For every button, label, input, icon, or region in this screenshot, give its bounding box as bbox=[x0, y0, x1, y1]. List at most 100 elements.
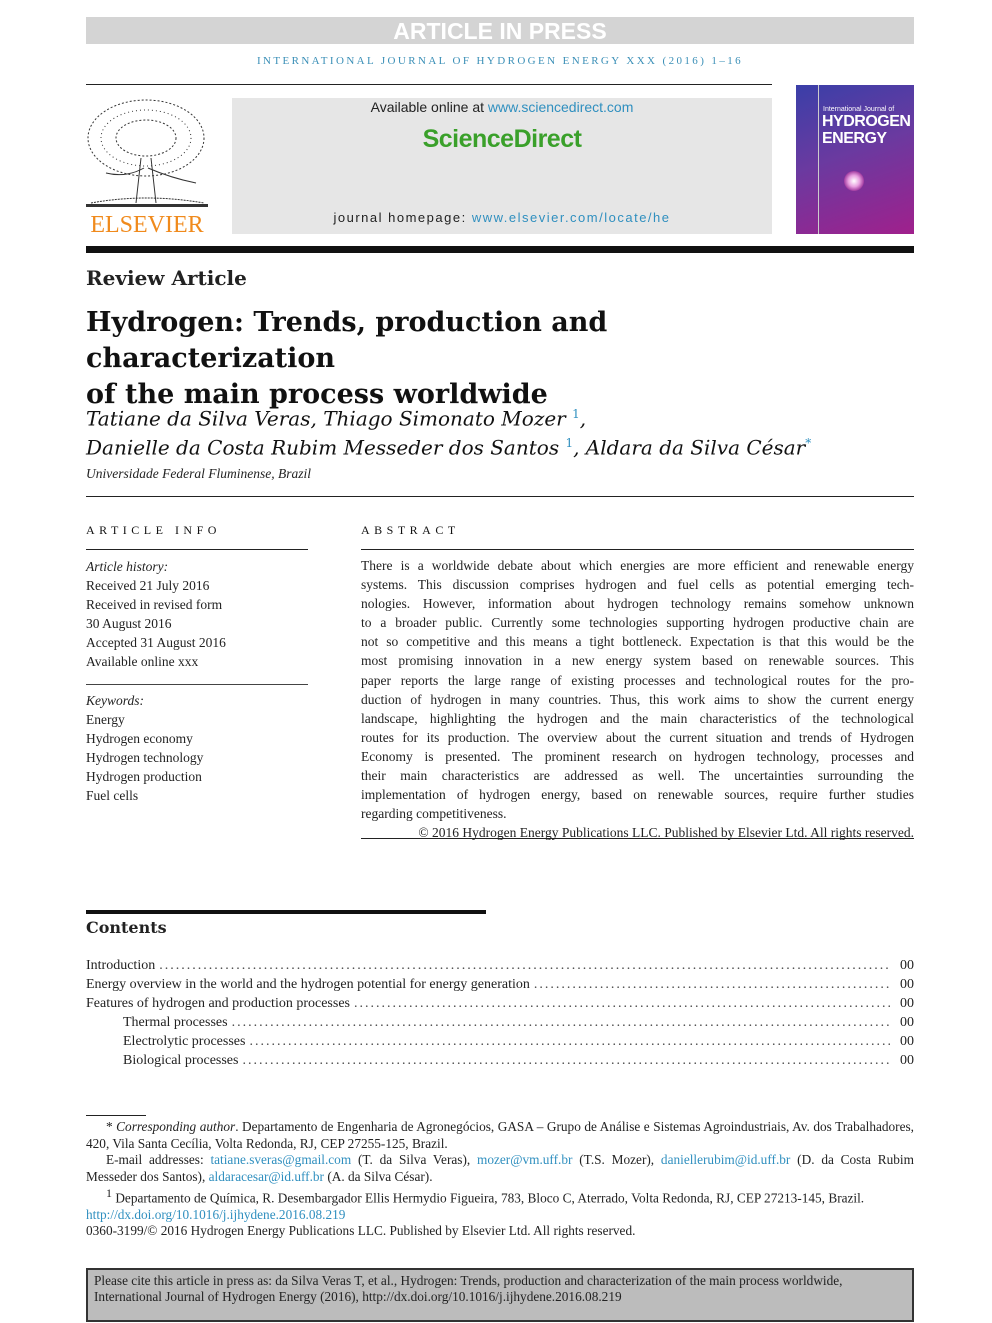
email-owner: (T. da Silva Veras), bbox=[351, 1152, 477, 1167]
article-history: Article history: Received 21 July 2016 R… bbox=[86, 557, 226, 671]
sciencedirect-logo[interactable]: ScienceDirect bbox=[232, 125, 772, 154]
issn-copyright: 0360-3199/© 2016 Hydrogen Energy Publica… bbox=[86, 1223, 636, 1239]
abstract-line: landscape, highlighting the hydrogen and… bbox=[361, 710, 914, 726]
keywords: Keywords: Energy Hydrogen economy Hydrog… bbox=[86, 691, 203, 805]
cover-subtitle: International Journal of bbox=[823, 106, 895, 113]
toc-leader-dots bbox=[159, 956, 890, 975]
article-type: Review Article bbox=[86, 266, 247, 290]
footnote-ref[interactable]: 1 bbox=[565, 436, 573, 450]
email-link[interactable]: tatiane.sveras@gmail.com bbox=[210, 1152, 351, 1167]
history-item: 30 August 2016 bbox=[86, 616, 172, 631]
author-names: Danielle da Costa Rubim Messeder dos San… bbox=[86, 435, 560, 460]
abstract-heading: ABSTRACT bbox=[361, 523, 460, 537]
abstract-line: Economy is presented. The prominent rese… bbox=[361, 748, 914, 764]
toc-leader-dots bbox=[232, 1013, 890, 1032]
history-item: Available online xxx bbox=[86, 654, 199, 669]
toc-leader-dots bbox=[249, 1032, 890, 1051]
affiliation: Universidade Federal Fluminense, Brazil bbox=[86, 466, 311, 481]
cover-orb-graphic bbox=[844, 171, 864, 191]
email-link[interactable]: aldaracesar@id.uff.br bbox=[209, 1169, 324, 1184]
toc-entry[interactable]: Features of hydrogen and production proc… bbox=[86, 994, 914, 1013]
cover-title-line: ENERGY bbox=[822, 130, 887, 147]
toc-entry[interactable]: Biological processes 00 bbox=[86, 1051, 914, 1070]
toc-page: 00 bbox=[900, 977, 914, 992]
abstract-body: There is a worldwide debate about which … bbox=[361, 556, 914, 842]
divider bbox=[86, 684, 308, 685]
abstract-line: nologies. However, information about hyd… bbox=[361, 596, 914, 612]
available-prefix: Available online at bbox=[370, 99, 488, 115]
email-label: E-mail addresses: bbox=[106, 1152, 211, 1167]
history-item: Received in revised form bbox=[86, 597, 223, 612]
homepage-link[interactable]: www.elsevier.com/locate/he bbox=[472, 210, 671, 225]
keyword: Fuel cells bbox=[86, 788, 139, 803]
toc-title[interactable]: Electrolytic processes bbox=[123, 1032, 249, 1051]
keyword: Hydrogen technology bbox=[86, 750, 204, 765]
footnote-ref[interactable]: 1 bbox=[572, 407, 580, 421]
footnotes: * Corresponding author. Departamento de … bbox=[86, 1119, 914, 1240]
divider bbox=[86, 84, 772, 85]
divider bbox=[361, 838, 914, 839]
toc-title[interactable]: Thermal processes bbox=[123, 1013, 232, 1032]
toc-title[interactable]: Energy overview in the world and the hyd… bbox=[86, 975, 534, 994]
toc-entry[interactable]: Thermal processes 00 bbox=[86, 1013, 914, 1032]
footnote-1-text: Departamento de Química, R. Desembargado… bbox=[115, 1190, 865, 1206]
author-names: Tatiane da Silva Veras, Thiago Simonato … bbox=[86, 406, 566, 431]
footnote-rule bbox=[86, 1115, 146, 1116]
footnote-1: 1 Departamento de Química, R. Desembarga… bbox=[106, 1186, 865, 1206]
email-owner: (A. da Silva César). bbox=[324, 1168, 433, 1184]
article-in-press-banner: ARTICLE IN PRESS bbox=[86, 17, 914, 44]
abstract-line: duction of hydrogen in many countries. T… bbox=[361, 691, 914, 707]
article-info-heading: ARTICLE INFO bbox=[86, 523, 221, 537]
history-item: Received 21 July 2016 bbox=[86, 578, 210, 593]
divider bbox=[86, 496, 914, 497]
abstract-line: routes for its production. The overview … bbox=[361, 729, 914, 745]
authors: Tatiane da Silva Veras, Thiago Simonato … bbox=[86, 406, 812, 460]
doi-link[interactable]: http://dx.doi.org/10.1016/j.ijhydene.201… bbox=[86, 1207, 345, 1222]
journal-homepage: journal homepage: www.elsevier.com/locat… bbox=[232, 210, 772, 225]
keywords-label: Keywords: bbox=[86, 693, 144, 708]
abstract-line: their main characteristics are addressed… bbox=[361, 768, 914, 784]
keyword: Energy bbox=[86, 712, 125, 727]
toc-page: 00 bbox=[900, 996, 914, 1011]
abstract-line: to a broader public. Currently some tech… bbox=[361, 615, 914, 631]
divider bbox=[86, 549, 308, 550]
corresponding-author-ref[interactable]: * bbox=[805, 436, 811, 450]
keyword: Hydrogen economy bbox=[86, 731, 193, 746]
journal-running-head: INTERNATIONAL JOURNAL OF HYDROGEN ENERGY… bbox=[256, 55, 744, 67]
toc-leader-dots bbox=[354, 994, 890, 1013]
toc-title[interactable]: Introduction bbox=[86, 956, 159, 975]
abstract-line: regarding competitiveness. bbox=[361, 806, 507, 822]
table-of-contents: Introduction 00 Energy overview in the wor… bbox=[86, 956, 914, 1070]
toc-page: 00 bbox=[900, 1053, 914, 1068]
abstract-line: implementation of hydrogen energy, based… bbox=[361, 787, 914, 803]
title-line: Hydrogen: Trends, production and charact… bbox=[86, 307, 608, 374]
history-item: Accepted 31 August 2016 bbox=[86, 635, 226, 650]
toc-entry[interactable]: Energy overview in the world and the hyd… bbox=[86, 975, 914, 994]
toc-entry[interactable]: Introduction 00 bbox=[86, 956, 914, 975]
email-link[interactable]: mozer@vm.uff.br bbox=[477, 1152, 572, 1167]
journal-cover-image: International Journal of HYDROGEN ENERGY bbox=[796, 85, 914, 234]
abstract-line: paper reports the large range of existin… bbox=[361, 672, 914, 688]
homepage-prefix: journal homepage: bbox=[333, 210, 472, 225]
elsevier-wordmark: ELSEVIER bbox=[90, 212, 204, 238]
toc-entry[interactable]: Electrolytic processes 00 bbox=[86, 1032, 914, 1051]
toc-leader-dots bbox=[242, 1051, 890, 1070]
toc-page: 00 bbox=[900, 1015, 914, 1030]
sciencedirect-link[interactable]: www.sciencedirect.com bbox=[488, 99, 634, 115]
toc-leader-dots bbox=[534, 975, 890, 994]
cover-spine-line bbox=[818, 85, 819, 234]
contents-rule bbox=[86, 910, 486, 914]
corresponding-author-note: * Corresponding author. Departamento de … bbox=[86, 1119, 914, 1151]
corr-label: Corresponding author bbox=[116, 1119, 236, 1134]
abstract-copyright: © 2016 Hydrogen Energy Publications LLC.… bbox=[418, 825, 914, 841]
cover-title: HYDROGEN ENERGY bbox=[822, 113, 911, 147]
history-label: Article history: bbox=[86, 559, 169, 574]
available-online: Available online at www.sciencedirect.co… bbox=[232, 99, 772, 115]
email-link[interactable]: daniellerubim@id.uff.br bbox=[661, 1152, 790, 1167]
toc-title[interactable]: Biological processes bbox=[123, 1051, 242, 1070]
cover-title-line: HYDROGEN bbox=[822, 113, 911, 130]
abstract-line: not so competitive and this means a tigh… bbox=[361, 634, 914, 650]
toc-title[interactable]: Features of hydrogen and production proc… bbox=[86, 994, 354, 1013]
keyword: Hydrogen production bbox=[86, 769, 202, 784]
divider bbox=[361, 549, 914, 550]
